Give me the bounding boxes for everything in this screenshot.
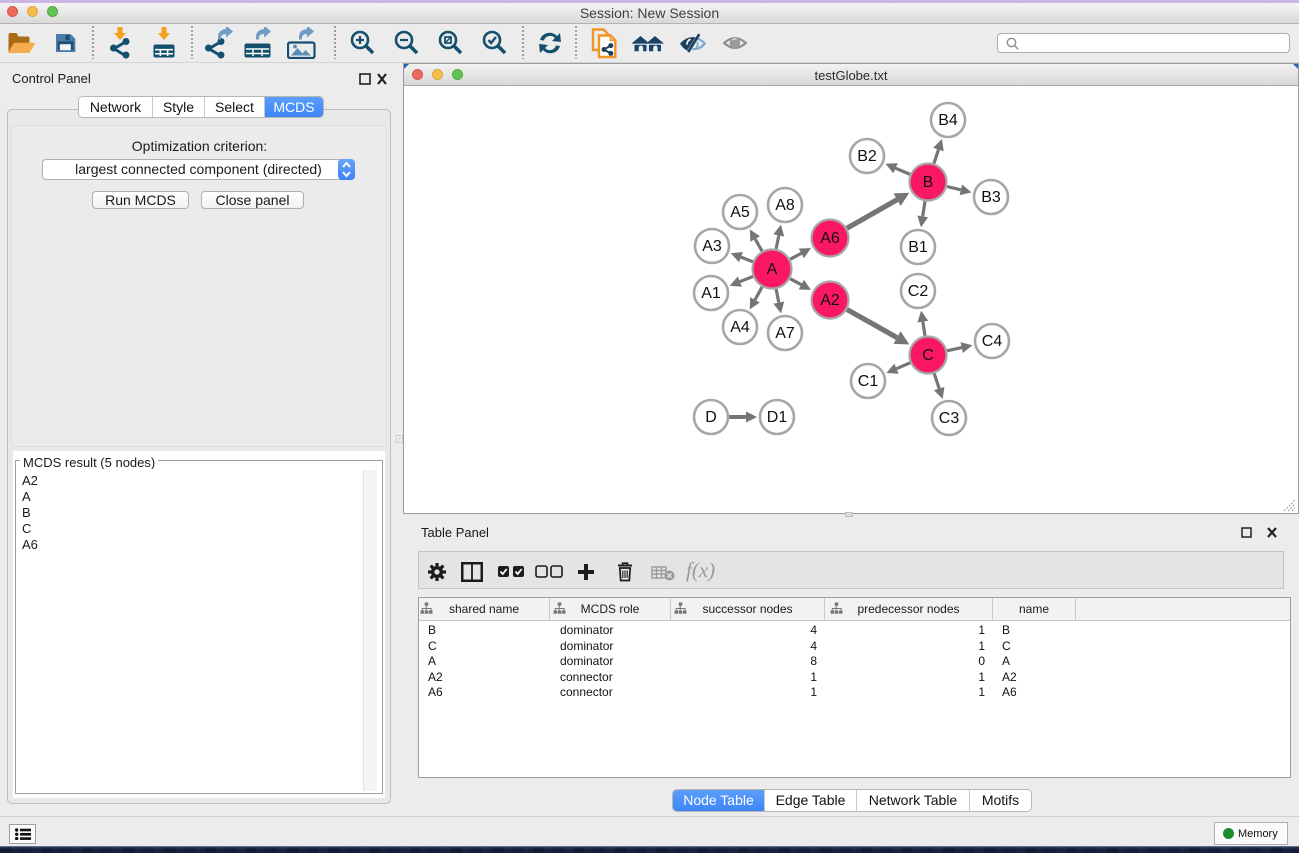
svg-text:D: D [705, 409, 717, 426]
svg-text:A4: A4 [730, 319, 750, 336]
svg-text:A7: A7 [775, 325, 795, 342]
svg-text:A5: A5 [730, 204, 750, 221]
svg-text:D1: D1 [767, 409, 788, 426]
svg-text:C: C [922, 347, 934, 364]
svg-text:C1: C1 [858, 373, 879, 390]
svg-text:C3: C3 [939, 410, 960, 427]
svg-text:B2: B2 [857, 148, 877, 165]
svg-text:B: B [923, 174, 934, 191]
svg-text:A1: A1 [701, 285, 721, 302]
svg-text:B3: B3 [981, 189, 1001, 206]
svg-text:B1: B1 [908, 239, 928, 256]
svg-text:A: A [767, 261, 778, 278]
svg-text:C4: C4 [982, 333, 1003, 350]
svg-text:A2: A2 [820, 292, 840, 309]
svg-text:A8: A8 [775, 197, 795, 214]
svg-text:C2: C2 [908, 283, 929, 300]
svg-text:A6: A6 [820, 230, 840, 247]
svg-text:B4: B4 [938, 112, 958, 129]
svg-text:A3: A3 [702, 238, 722, 255]
